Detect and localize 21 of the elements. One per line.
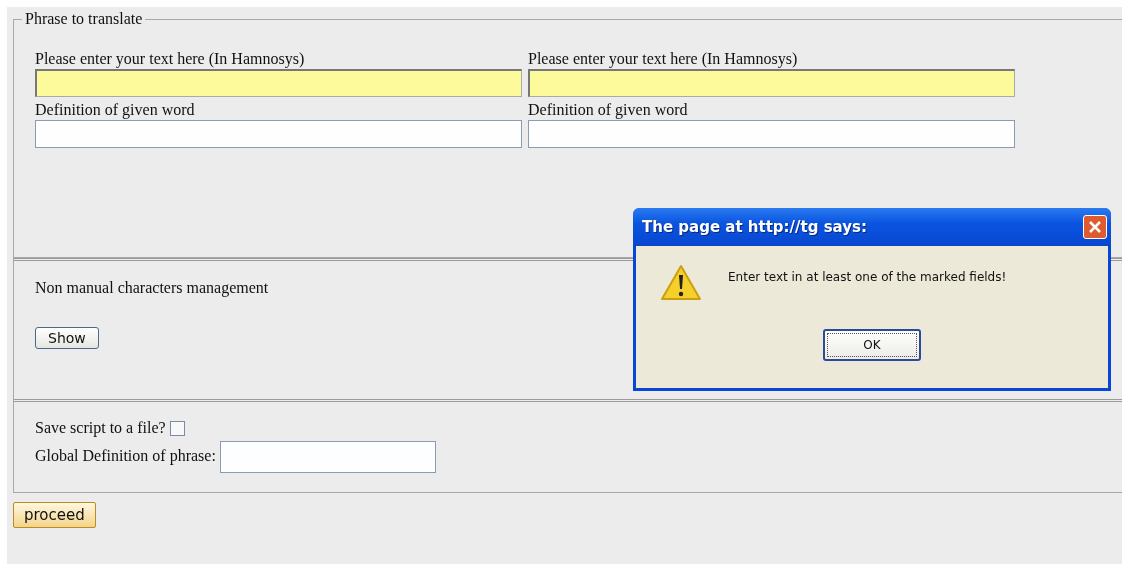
show-button[interactable]: Show xyxy=(35,327,99,349)
global-definition-label: Global Definition of phrase: xyxy=(35,446,216,467)
proceed-button[interactable]: proceed xyxy=(13,502,96,528)
hamnosys-text-field[interactable] xyxy=(528,69,1015,97)
section-title: Non manual characters management xyxy=(35,279,269,296)
global-definition-field[interactable] xyxy=(219,441,436,473)
close-button[interactable] xyxy=(1083,215,1107,239)
field-label: Please enter your text here (In Hamnosys) xyxy=(35,49,306,69)
field-label: Definition of given word xyxy=(528,100,689,120)
field-label: Definition of given word xyxy=(35,100,196,120)
save-label: Save script to a file? xyxy=(35,418,166,439)
hamnosys-text-field[interactable] xyxy=(35,69,522,97)
definition-field[interactable] xyxy=(35,120,522,148)
dialog-message: Enter text in at least one of the marked fields! xyxy=(728,269,1007,286)
ok-button[interactable]: OK xyxy=(823,329,921,361)
save-checkbox[interactable] xyxy=(169,420,185,436)
field-label: Please enter your text here (In Hamnosys) xyxy=(528,49,799,69)
definition-field[interactable] xyxy=(528,120,1015,148)
dialog-title: The page at http://tg says: xyxy=(642,218,867,236)
warning-icon xyxy=(660,264,702,302)
close-icon xyxy=(1088,220,1102,234)
